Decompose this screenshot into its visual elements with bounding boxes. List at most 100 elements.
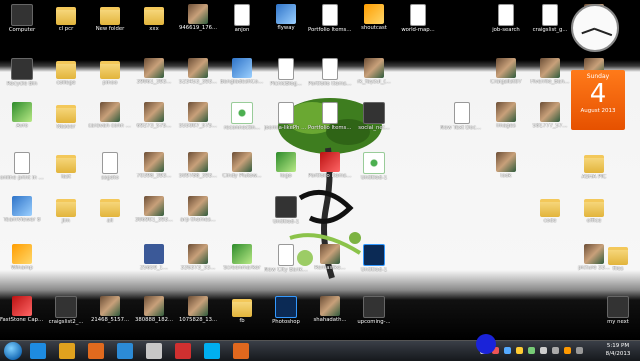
desktop-icon[interactable]: Cindy Plutow... xyxy=(220,150,264,190)
firefox2-icon[interactable] xyxy=(233,343,249,359)
desktop-icon[interactable]: fb xyxy=(220,294,264,334)
desktop-icon[interactable]: 25659_1... xyxy=(132,242,176,282)
desktop-icon[interactable]: arp themes... xyxy=(176,194,220,234)
desktop-icon[interactable]: rk_fayzul_(... xyxy=(352,56,396,96)
ie-icon[interactable] xyxy=(30,343,46,359)
desktop-icon[interactable]: Fiverrlie_Ban... xyxy=(528,56,572,96)
desktop-icon-label: xxx xyxy=(149,26,159,32)
desktop-icon[interactable]: flyway xyxy=(264,2,308,42)
photo-icon xyxy=(100,296,120,316)
photo-icon xyxy=(188,4,208,24)
desktop-icon[interactable]: reconnectin... xyxy=(220,100,264,140)
green-icon xyxy=(232,244,252,264)
desktop-icon[interactable]: shoutcast xyxy=(352,2,396,42)
desktop-icon[interactable]: Avro xyxy=(0,100,44,140)
bluetooth-icon[interactable] xyxy=(504,347,511,354)
desktop-icon[interactable]: joomla-likePh newsroo... xyxy=(264,100,308,140)
desktop-icon[interactable]: 380888_182... xyxy=(132,294,176,334)
desktop-icon-label: 946619_176... xyxy=(178,25,218,31)
desktop-icon[interactable]: my next xyxy=(596,294,640,334)
desktop-icon[interactable]: Untitled-1 xyxy=(352,242,396,282)
desktop-icon[interactable]: craigslist_g... xyxy=(528,2,572,42)
firefox-icon[interactable] xyxy=(88,343,104,359)
speaker-icon[interactable] xyxy=(576,347,583,354)
chrome-icon[interactable] xyxy=(59,343,75,359)
desktop-icon[interactable]: 21468_5157... xyxy=(88,294,132,334)
desktop-icon[interactable]: 326373_33... xyxy=(176,242,220,282)
desktop-icon[interactable]: 1075828_13... xyxy=(176,294,220,334)
media-player-icon[interactable] xyxy=(117,343,133,359)
volume-icon[interactable] xyxy=(540,347,547,354)
desktop-icon[interactable]: Winamp xyxy=(0,242,44,282)
desktop-icon[interactable]: Untitled-1 xyxy=(352,150,396,190)
desktop-icon[interactable]: craigslist2_... xyxy=(44,294,88,334)
clock-gadget[interactable] xyxy=(571,4,619,52)
desktop-icon[interactable]: Portfolio Items-1995... xyxy=(308,150,352,190)
desktop-icon[interactable]: 523453_393... xyxy=(176,56,220,96)
desktop-icon[interactable]: New City Bank Ret 88 xyxy=(264,242,308,282)
desktop-icon[interactable]: Jim xyxy=(44,194,88,234)
desktop-icon-label: fb xyxy=(239,318,245,324)
desktop-icon[interactable]: logo xyxy=(264,150,308,190)
desktop-icon[interactable]: PicnicBlog... xyxy=(264,56,308,96)
paint-icon[interactable] xyxy=(146,343,162,359)
desktop-icon[interactable]: New folder xyxy=(88,2,132,42)
desktop-icon-label: logo xyxy=(280,173,292,179)
desktop-icon[interactable]: New Text Document xyxy=(440,100,484,140)
desktop-icon[interactable]: shahadath... xyxy=(308,294,352,334)
desktop-icon[interactable]: files xyxy=(596,242,640,282)
desktop-icon[interactable]: all xyxy=(88,194,132,234)
desktop-icon[interactable]: job-search xyxy=(484,2,528,42)
desktop-icon[interactable]: ssgeto xyxy=(88,150,132,190)
flag-icon[interactable] xyxy=(552,347,559,354)
desktop-icon[interactable]: 306901_393... xyxy=(132,194,176,234)
desktop-icon[interactable]: 69273_575... xyxy=(132,100,176,140)
desktop-icon[interactable]: office xyxy=(572,194,616,234)
desktop-icon[interactable]: 946619_176... xyxy=(176,2,220,42)
desktop-icon[interactable]: cl pcr xyxy=(44,2,88,42)
desktop-icon[interactable]: Portfolio Items-1995... xyxy=(308,2,352,42)
taskbar-clock[interactable]: 5:19 PM 8/4/2013 xyxy=(600,342,636,358)
desktop-icon[interactable]: world-map... xyxy=(396,2,440,42)
desktop-icon[interactable]: pinoo xyxy=(88,56,132,96)
desktop-icon[interactable]: code xyxy=(528,194,572,234)
desktop-icon[interactable]: upcoming-... xyxy=(352,294,396,334)
desktop-icon[interactable]: Portfolio Items-1995... xyxy=(308,100,352,140)
photo-icon xyxy=(188,102,208,122)
desktop-icon[interactable]: college xyxy=(44,56,88,96)
desktop-icon[interactable]: images xyxy=(484,100,528,140)
desktop-icon[interactable]: Craigslist07 xyxy=(484,56,528,96)
desktop-icon[interactable]: Untitled-1 xyxy=(264,194,308,234)
desktop-icon[interactable]: TeamViewer 8 xyxy=(0,194,44,234)
desktop-icon[interactable]: Photoshop xyxy=(264,294,308,334)
desktop-icon[interactable]: last xyxy=(44,150,88,190)
desktop-icon[interactable]: social_net... xyxy=(352,100,396,140)
battery-icon[interactable] xyxy=(528,347,535,354)
notification-icon[interactable] xyxy=(516,347,523,354)
calendar-gadget[interactable]: Sunday 4 August 2013 xyxy=(571,70,625,130)
desktop-icon[interactable]: 581777_57... xyxy=(528,100,572,140)
desktop-icon[interactable]: online print in ux xyxy=(0,150,44,190)
desktop-icon[interactable]: Recycle Bin xyxy=(0,56,44,96)
desktop-icon[interactable]: caravan conn photo for f... xyxy=(88,100,132,140)
start-button[interactable] xyxy=(4,342,22,360)
desktop-icon[interactable]: Computer xyxy=(0,2,44,42)
desktop-icon[interactable]: Portfolio Items-1995... xyxy=(308,56,352,96)
desktop-icon[interactable]: 39061_393... xyxy=(132,56,176,96)
calendar-day: 4 xyxy=(589,79,607,109)
desktop-icon[interactable]: look xyxy=(484,150,528,190)
desktop-icon[interactable]: 70398_393... xyxy=(132,150,176,190)
update-icon[interactable] xyxy=(564,347,571,354)
desktop-icon[interactable]: Naseer xyxy=(44,100,88,140)
tools-icon[interactable] xyxy=(175,343,191,359)
desktop-icon[interactable]: ASHA PIC xyxy=(572,150,616,190)
desktop-icon[interactable]: 555007_575... xyxy=(176,100,220,140)
desktop-icon[interactable]: xxx xyxy=(132,2,176,42)
skype-icon[interactable] xyxy=(204,343,220,359)
desktop-icon[interactable]: FastStone Capture xyxy=(0,294,44,334)
desktop-icon[interactable]: BangladeshCommercial... xyxy=(220,56,264,96)
desktop-icon[interactable]: Remastke... xyxy=(308,242,352,282)
desktop-icon[interactable]: Screenmarker xyxy=(220,242,264,282)
desktop-icon[interactable]: 509788_393... xyxy=(176,150,220,190)
desktop-icon[interactable]: anjon xyxy=(220,2,264,42)
